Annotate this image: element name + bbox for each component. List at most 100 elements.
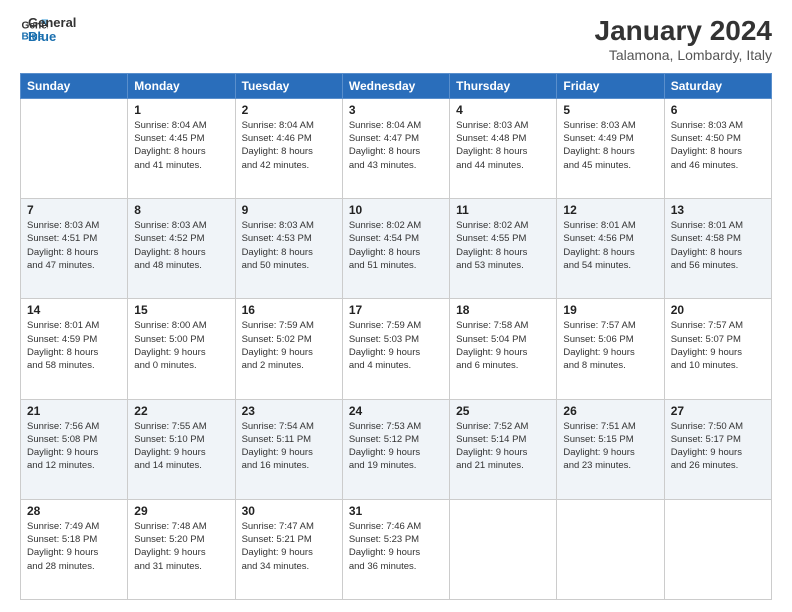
day-info: Sunrise: 8:04 AM Sunset: 4:45 PM Dayligh… [134, 119, 228, 172]
calendar-cell: 8 Sunrise: 8:03 AM Sunset: 4:52 PM Daylig… [128, 199, 235, 299]
day-info: Sunrise: 8:03 AM Sunset: 4:51 PM Dayligh… [27, 219, 121, 272]
day-number: 23 [242, 404, 336, 418]
calendar-cell [664, 499, 771, 599]
logo-line2: Blue [28, 30, 76, 44]
day-number: 27 [671, 404, 765, 418]
day-number: 17 [349, 303, 443, 317]
day-number: 4 [456, 103, 550, 117]
day-info: Sunrise: 7:47 AM Sunset: 5:21 PM Dayligh… [242, 520, 336, 573]
day-number: 29 [134, 504, 228, 518]
col-header-wednesday: Wednesday [342, 73, 449, 98]
calendar-cell: 14Sunrise: 8:01 AM Sunset: 4:59 PM Dayli… [21, 299, 128, 399]
calendar-cell: 12 Sunrise: 8:01 AM Sunset: 4:56 PM Dayli… [557, 199, 664, 299]
day-number: 14 [27, 303, 121, 317]
day-number: 7 [27, 203, 121, 217]
calendar-cell: 13 Sunrise: 8:01 AM Sunset: 4:58 PM Dayli… [664, 199, 771, 299]
col-header-thursday: Thursday [450, 73, 557, 98]
day-info: Sunrise: 8:04 AM Sunset: 4:46 PM Dayligh… [242, 119, 336, 172]
day-number: 11 [456, 203, 550, 217]
day-number: 26 [563, 404, 657, 418]
day-number: 10 [349, 203, 443, 217]
day-info: Sunrise: 8:02 AM Sunset: 4:54 PM Dayligh… [349, 219, 443, 272]
day-info: Sunrise: 7:56 AM Sunset: 5:08 PM Dayligh… [27, 420, 121, 473]
day-number: 16 [242, 303, 336, 317]
day-info: Sunrise: 8:04 AM Sunset: 4:47 PM Dayligh… [349, 119, 443, 172]
day-info: Sunrise: 7:57 AM Sunset: 5:06 PM Dayligh… [563, 319, 657, 372]
calendar-cell: 1 Sunrise: 8:04 AM Sunset: 4:45 PM Daylig… [128, 98, 235, 198]
calendar-row: 7 Sunrise: 8:03 AM Sunset: 4:51 PM Daylig… [21, 199, 772, 299]
day-info: Sunrise: 7:49 AM Sunset: 5:18 PM Dayligh… [27, 520, 121, 573]
calendar-cell: 11 Sunrise: 8:02 AM Sunset: 4:55 PM Dayli… [450, 199, 557, 299]
day-number: 8 [134, 203, 228, 217]
day-number: 3 [349, 103, 443, 117]
col-header-sunday: Sunday [21, 73, 128, 98]
calendar-row: 1 Sunrise: 8:04 AM Sunset: 4:45 PM Daylig… [21, 98, 772, 198]
calendar-cell: 30 Sunrise: 7:47 AM Sunset: 5:21 PM Dayli… [235, 499, 342, 599]
day-info: Sunrise: 8:01 AM Sunset: 4:56 PM Dayligh… [563, 219, 657, 272]
calendar-cell: 21 Sunrise: 7:56 AM Sunset: 5:08 PM Dayli… [21, 399, 128, 499]
calendar-cell: 5Sunrise: 8:03 AM Sunset: 4:49 PM Daylig… [557, 98, 664, 198]
calendar-cell: 15 Sunrise: 8:00 AM Sunset: 5:00 PM Dayli… [128, 299, 235, 399]
day-info: Sunrise: 7:55 AM Sunset: 5:10 PM Dayligh… [134, 420, 228, 473]
day-info: Sunrise: 7:46 AM Sunset: 5:23 PM Dayligh… [349, 520, 443, 573]
calendar-cell: 23Sunrise: 7:54 AM Sunset: 5:11 PM Dayli… [235, 399, 342, 499]
day-number: 22 [134, 404, 228, 418]
day-info: Sunrise: 7:59 AM Sunset: 5:03 PM Dayligh… [349, 319, 443, 372]
calendar-cell: 10 Sunrise: 8:02 AM Sunset: 4:54 PM Dayli… [342, 199, 449, 299]
day-info: Sunrise: 8:03 AM Sunset: 4:48 PM Dayligh… [456, 119, 550, 172]
day-number: 6 [671, 103, 765, 117]
day-info: Sunrise: 8:01 AM Sunset: 4:58 PM Dayligh… [671, 219, 765, 272]
day-number: 2 [242, 103, 336, 117]
calendar-cell [450, 499, 557, 599]
day-number: 21 [27, 404, 121, 418]
day-info: Sunrise: 8:03 AM Sunset: 4:50 PM Dayligh… [671, 119, 765, 172]
day-number: 28 [27, 504, 121, 518]
day-info: Sunrise: 8:00 AM Sunset: 5:00 PM Dayligh… [134, 319, 228, 372]
calendar-cell: 17 Sunrise: 7:59 AM Sunset: 5:03 PM Dayli… [342, 299, 449, 399]
location-subtitle: Talamona, Lombardy, Italy [595, 47, 772, 63]
day-number: 15 [134, 303, 228, 317]
calendar-cell: 31 Sunrise: 7:46 AM Sunset: 5:23 PM Dayli… [342, 499, 449, 599]
title-block: January 2024 Talamona, Lombardy, Italy [595, 16, 772, 63]
day-number: 20 [671, 303, 765, 317]
calendar-cell: 29Sunrise: 7:48 AM Sunset: 5:20 PM Dayli… [128, 499, 235, 599]
calendar-cell: 2 Sunrise: 8:04 AM Sunset: 4:46 PM Daylig… [235, 98, 342, 198]
day-info: Sunrise: 7:57 AM Sunset: 5:07 PM Dayligh… [671, 319, 765, 372]
calendar-row: 14Sunrise: 8:01 AM Sunset: 4:59 PM Dayli… [21, 299, 772, 399]
calendar-cell: 4 Sunrise: 8:03 AM Sunset: 4:48 PM Daylig… [450, 98, 557, 198]
day-number: 24 [349, 404, 443, 418]
col-header-tuesday: Tuesday [235, 73, 342, 98]
calendar-page: General Blue General Blue January 2024 T… [0, 0, 792, 612]
calendar-cell: 25Sunrise: 7:52 AM Sunset: 5:14 PM Dayli… [450, 399, 557, 499]
day-number: 12 [563, 203, 657, 217]
day-info: Sunrise: 7:59 AM Sunset: 5:02 PM Dayligh… [242, 319, 336, 372]
day-number: 13 [671, 203, 765, 217]
day-info: Sunrise: 7:51 AM Sunset: 5:15 PM Dayligh… [563, 420, 657, 473]
col-header-monday: Monday [128, 73, 235, 98]
col-header-saturday: Saturday [664, 73, 771, 98]
day-number: 30 [242, 504, 336, 518]
day-number: 31 [349, 504, 443, 518]
day-number: 25 [456, 404, 550, 418]
calendar-cell [557, 499, 664, 599]
month-title: January 2024 [595, 16, 772, 47]
day-info: Sunrise: 8:02 AM Sunset: 4:55 PM Dayligh… [456, 219, 550, 272]
day-number: 18 [456, 303, 550, 317]
day-info: Sunrise: 8:03 AM Sunset: 4:52 PM Dayligh… [134, 219, 228, 272]
calendar-cell: 24Sunrise: 7:53 AM Sunset: 5:12 PM Dayli… [342, 399, 449, 499]
day-info: Sunrise: 7:58 AM Sunset: 5:04 PM Dayligh… [456, 319, 550, 372]
logo-line1: General [28, 16, 76, 30]
day-info: Sunrise: 8:03 AM Sunset: 4:49 PM Dayligh… [563, 119, 657, 172]
calendar-cell: 18 Sunrise: 7:58 AM Sunset: 5:04 PM Dayli… [450, 299, 557, 399]
day-number: 1 [134, 103, 228, 117]
calendar-cell: 19Sunrise: 7:57 AM Sunset: 5:06 PM Dayli… [557, 299, 664, 399]
day-number: 9 [242, 203, 336, 217]
calendar-cell: 9Sunrise: 8:03 AM Sunset: 4:53 PM Daylig… [235, 199, 342, 299]
calendar-cell: 16 Sunrise: 7:59 AM Sunset: 5:02 PM Dayli… [235, 299, 342, 399]
calendar-cell: 27Sunrise: 7:50 AM Sunset: 5:17 PM Dayli… [664, 399, 771, 499]
calendar-cell: 7 Sunrise: 8:03 AM Sunset: 4:51 PM Daylig… [21, 199, 128, 299]
header-row: SundayMondayTuesdayWednesdayThursdayFrid… [21, 73, 772, 98]
calendar-cell: 26 Sunrise: 7:51 AM Sunset: 5:15 PM Dayli… [557, 399, 664, 499]
calendar-cell: 20 Sunrise: 7:57 AM Sunset: 5:07 PM Dayli… [664, 299, 771, 399]
calendar-cell: 28 Sunrise: 7:49 AM Sunset: 5:18 PM Dayli… [21, 499, 128, 599]
